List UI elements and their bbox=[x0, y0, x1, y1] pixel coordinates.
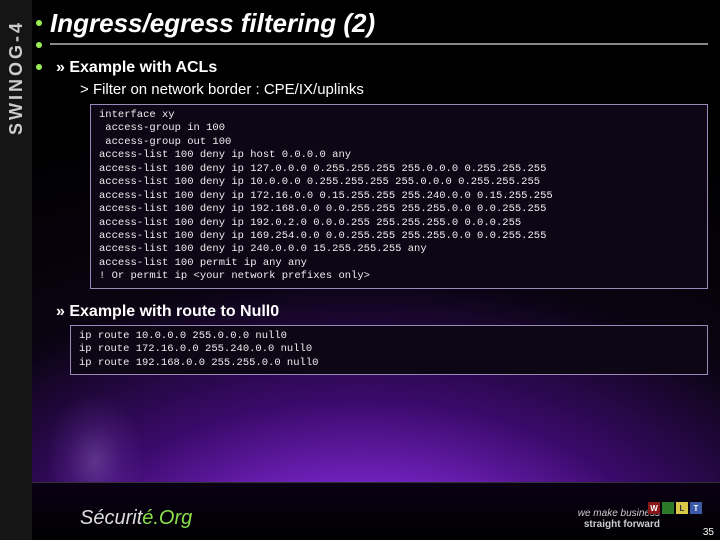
section-heading: Example with ACLs bbox=[56, 59, 708, 77]
section-sub: Filter on network border : CPE/IX/uplink… bbox=[80, 81, 708, 98]
acl-code-block: interface xy access-group in 100 access-… bbox=[90, 104, 708, 289]
section-heading: Example with route to Null0 bbox=[56, 303, 708, 321]
conference-label: SWINOG-4 bbox=[6, 20, 27, 135]
dot bbox=[36, 64, 42, 70]
square bbox=[662, 502, 674, 514]
color-squares: W L T bbox=[648, 502, 702, 514]
bullet-dots bbox=[36, 20, 42, 70]
square: T bbox=[690, 502, 702, 514]
square: W bbox=[648, 502, 660, 514]
page-number: 35 bbox=[703, 527, 714, 538]
slide-content: Ingress/egress filtering (2) Example wit… bbox=[50, 8, 708, 389]
dot bbox=[36, 42, 42, 48]
square: L bbox=[676, 502, 688, 514]
logo-text: Sécurit bbox=[80, 507, 142, 529]
tagline-2: straight forward bbox=[584, 519, 660, 530]
footer: Sécurité.Org we make business straight f… bbox=[32, 482, 720, 540]
logo-text-accent: é.Org bbox=[142, 507, 192, 529]
slide-title: Ingress/egress filtering (2) bbox=[50, 8, 708, 45]
dot bbox=[36, 20, 42, 26]
brand-logo: Sécurité.Org bbox=[80, 507, 192, 530]
null0-code-block: ip route 10.0.0.0 255.0.0.0 null0 ip rou… bbox=[70, 325, 708, 375]
sidebar: SWINOG-4 bbox=[0, 0, 32, 540]
